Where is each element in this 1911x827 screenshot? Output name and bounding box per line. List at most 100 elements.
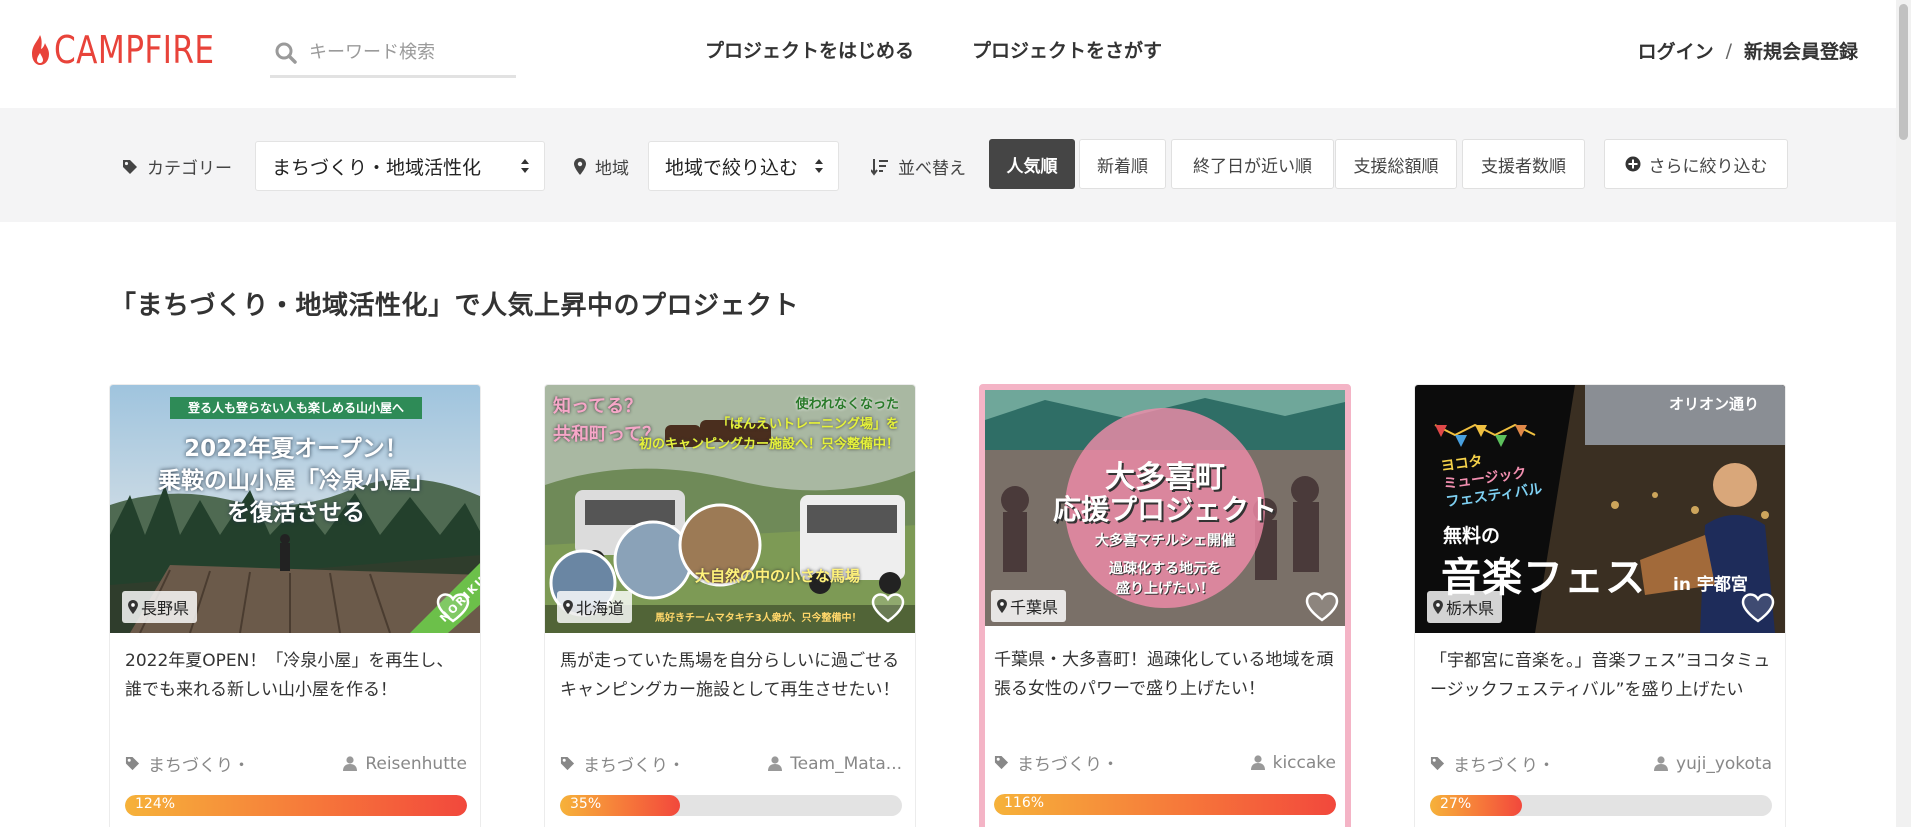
map-pin-icon — [1433, 600, 1443, 614]
project-image[interactable]: ヨコタ ミュージック フェスティバル オリオン通り 無料の 音楽フェス in 宇… — [1415, 385, 1785, 633]
sort-total-funding-button[interactable]: 支援総額順 — [1335, 139, 1457, 189]
auth-links: ログイン / 新規会員登録 — [1638, 37, 1858, 64]
search-input[interactable] — [309, 42, 499, 63]
region-label-text: 地域 — [595, 159, 629, 179]
project-category[interactable]: まちづくり・ — [1430, 751, 1555, 776]
project-image[interactable]: 大多喜町 応援プロジェクト 大多喜マチルシェ開催 過疎化する地元を 盛り上げたい… — [985, 390, 1345, 626]
image-caption-line: 使われなくなった — [795, 397, 899, 412]
image-caption-line: 初のキャンピングカー施設へ！只今整備中！ — [638, 437, 899, 452]
nav-start-project[interactable]: プロジェクトをはじめる — [705, 36, 914, 63]
project-category[interactable]: まちづくり・ — [994, 750, 1119, 775]
project-category[interactable]: まちづくり・ — [125, 751, 250, 776]
progress-percent: 116% — [1004, 795, 1045, 811]
heart-icon[interactable] — [436, 593, 470, 623]
location-badge: 栃木県 — [1427, 591, 1503, 623]
project-owner[interactable]: Reisenhutte — [343, 751, 467, 776]
project-card[interactable]: ヨコタ ミュージック フェスティバル オリオン通り 無料の 音楽フェス in 宇… — [1414, 384, 1786, 827]
region-select-value: 地域で絞り込む — [665, 156, 799, 179]
progress-fill — [994, 794, 1336, 815]
progress-percent: 35% — [570, 796, 602, 812]
scrollbar-thumb[interactable] — [1899, 4, 1908, 140]
category-text: まちづくり・ — [148, 756, 250, 776]
login-link[interactable]: ログイン — [1638, 37, 1714, 64]
category-select[interactable]: まちづくり・地域活性化 — [255, 141, 545, 191]
funding-progress-bar: 124% — [125, 795, 467, 816]
select-arrows-icon — [815, 159, 823, 173]
map-pin-icon — [563, 600, 573, 614]
more-filters-label: さらに絞り込む — [1648, 156, 1768, 177]
image-caption: 過疎化する地元を — [1109, 561, 1221, 577]
project-image[interactable]: 登る人も登らない人も楽しめる山小屋へ 2022年夏オープン！ 乗鞍の山小屋「冷泉… — [110, 385, 480, 633]
project-owner[interactable]: yuji_yokota — [1654, 751, 1772, 776]
map-pin-icon — [128, 600, 138, 614]
tag-icon — [1430, 756, 1445, 771]
auth-separator: / — [1725, 39, 1732, 62]
location-text: 栃木県 — [1446, 599, 1495, 618]
project-meta: まちづくり・ yuji_yokota — [1430, 751, 1772, 776]
project-title[interactable]: 2022年夏OPEN！「冷泉小屋」を再生し、誰でも来れる新しい山小屋を作る！ — [125, 647, 467, 705]
project-image[interactable]: 知ってる？ 共和町って？ 使われなくなった 「ばんえいトレーニング場」を 初のキ… — [545, 385, 915, 633]
project-category[interactable]: まちづくり・ — [560, 751, 685, 776]
project-title[interactable]: 馬が走っていた馬場を自分らしいに過ごせるキャンピングカー施設として再生させたい！ — [560, 647, 902, 705]
search-icon — [275, 42, 297, 64]
site-header: CAMPFIRE プロジェクトをはじめる プロジェクトをさがす ログイン / 新… — [0, 0, 1896, 108]
project-title[interactable]: 「宇都宮に音楽を。」音楽フェス”ヨコタミュージックフェスティバル”を盛り上げたい — [1430, 647, 1772, 705]
image-caption: 大自然の中の小さな馬場 — [695, 567, 861, 585]
user-icon — [1654, 756, 1669, 771]
sort-label-text: 並べ替え — [898, 159, 966, 179]
sort-popular-button[interactable]: 人気順 — [989, 139, 1075, 189]
category-text: まちづくり・ — [583, 756, 685, 776]
user-icon — [1250, 755, 1265, 770]
sort-ending-soon-button[interactable]: 終了日が近い順 — [1171, 139, 1334, 189]
map-pin-icon — [997, 599, 1007, 613]
heart-icon[interactable] — [1741, 593, 1775, 623]
progress-percent: 27% — [1440, 796, 1472, 812]
plus-circle-icon — [1625, 156, 1640, 172]
project-meta: まちづくり・ Team_Mata... — [560, 751, 902, 776]
owner-name: Team_Mata... — [790, 753, 902, 774]
section-title: 「まちづくり・地域活性化」で人気上昇中のプロジェクト — [110, 291, 800, 321]
image-caption: 登る人も登らない人も楽しめる山小屋へ — [187, 401, 404, 415]
owner-name: Reisenhutte — [365, 753, 467, 774]
category-text: まちづくり・ — [1017, 755, 1119, 775]
project-owner[interactable]: kiccake — [1250, 750, 1336, 775]
location-badge: 北海道 — [557, 591, 633, 623]
project-title[interactable]: 千葉県・大多喜町！過疎化している地域を頑張る女性のパワーで盛り上げたい！ — [994, 646, 1336, 704]
image-caption-line: 「ばんえいトレーニング場」を — [716, 417, 899, 432]
main-nav: プロジェクトをはじめる プロジェクトをさがす — [705, 36, 1162, 63]
owner-name: kiccake — [1272, 752, 1336, 773]
image-caption: 馬好きチームマタキチ3人衆が、只今整備中！ — [655, 613, 862, 624]
project-owner[interactable]: Team_Mata... — [768, 751, 902, 776]
region-select[interactable]: 地域で絞り込む — [648, 141, 839, 191]
signup-link[interactable]: 新規会員登録 — [1744, 37, 1858, 64]
filter-bar: カテゴリー まちづくり・地域活性化 地域 地域で絞り込む 並べ替え 人気順 新着… — [0, 108, 1896, 222]
funding-progress-bar: 27% — [1430, 795, 1772, 816]
project-card[interactable]: 知ってる？ 共和町って？ 使われなくなった 「ばんえいトレーニング場」を 初のキ… — [544, 384, 916, 827]
location-text: 千葉県 — [1010, 598, 1059, 617]
location-text: 長野県 — [141, 599, 190, 618]
heart-icon[interactable] — [1305, 592, 1339, 622]
image-caption: in 宇都宮 — [1673, 575, 1748, 595]
image-caption: を復活させる — [227, 500, 365, 526]
heart-icon[interactable] — [871, 593, 905, 623]
project-meta: まちづくり・ Reisenhutte — [125, 751, 467, 776]
user-icon — [768, 756, 783, 771]
sort-label: 並べ替え — [871, 154, 966, 179]
campfire-logo-icon — [32, 35, 49, 65]
tag-icon — [125, 756, 140, 771]
campfire-logo[interactable]: CAMPFIRE — [28, 28, 250, 72]
progress-percent: 124% — [135, 796, 176, 812]
nav-find-project[interactable]: プロジェクトをさがす — [972, 36, 1162, 63]
sort-supporters-button[interactable]: 支援者数順 — [1462, 139, 1585, 189]
location-badge: 長野県 — [122, 591, 198, 623]
select-arrows-icon — [521, 159, 529, 173]
image-caption: 2022年夏オープン！ — [184, 436, 408, 462]
project-card[interactable]: 登る人も登らない人も楽しめる山小屋へ 2022年夏オープン！ 乗鞍の山小屋「冷泉… — [109, 384, 481, 827]
category-select-value: まちづくり・地域活性化 — [272, 156, 482, 179]
image-caption: 乗鞍の山小屋「冷泉小屋」 — [158, 468, 434, 494]
project-card[interactable]: 大多喜町 応援プロジェクト 大多喜マチルシェ開催 過疎化する地元を 盛り上げたい… — [979, 384, 1351, 827]
sort-newest-button[interactable]: 新着順 — [1079, 139, 1166, 189]
sort-icon — [871, 158, 888, 176]
more-filters-button[interactable]: さらに絞り込む — [1604, 139, 1788, 189]
page-scrollbar[interactable] — [1896, 0, 1911, 827]
